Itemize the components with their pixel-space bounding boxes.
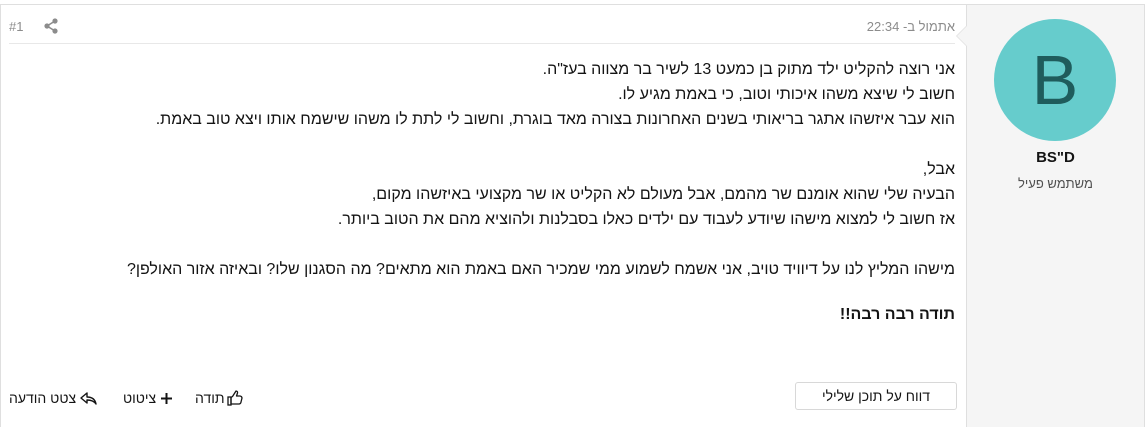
message-line: הוא עבר איזשהו אתגר בריאותי בשנים האחרונ…	[155, 111, 955, 128]
user-panel: B BS"D משתמש פעיל	[956, 5, 1144, 427]
share-icon[interactable]	[43, 18, 59, 34]
quote-label: ציטוט	[123, 390, 157, 406]
plus-icon	[161, 392, 173, 404]
like-button[interactable]: תודה	[195, 390, 243, 406]
post-number[interactable]: #1	[9, 19, 23, 34]
message-line: אבל,	[922, 161, 955, 178]
reply-label: צטט הודעה	[9, 390, 77, 406]
message-main: #1 אתמול ב- 22:34 אני רוצה להקליט ילד מת…	[1, 5, 967, 427]
message-thanks: תודה רבה רבה!!	[839, 306, 955, 323]
message-post: B BS"D משתמש פעיל #1 אתמול ב- 22:34 אני …	[0, 4, 1145, 427]
message-line: אז חשוב לי למצוא מישהו שיודע לעבוד עם יל…	[337, 211, 955, 228]
username[interactable]: BS"D	[967, 149, 1144, 166]
message-line: הבעיה שלי שהוא אומנם שר מהמם, אבל מעולם …	[371, 186, 955, 203]
avatar[interactable]: B	[994, 19, 1116, 141]
post-date[interactable]: אתמול ב- 22:34	[867, 19, 955, 34]
message-line: מישהו המליץ לנו על דיוויד טויב, אני אשמח…	[126, 261, 955, 278]
reply-button[interactable]: צטט הודעה	[9, 390, 97, 406]
user-title: משתמש פעיל	[1018, 176, 1093, 191]
message-attribution: #1 אתמול ב- 22:34	[9, 13, 955, 44]
quote-button[interactable]: ציטוט	[123, 390, 173, 406]
message-line: חשוב לי שיצא משהו איכותי וטוב, כי באמת מ…	[618, 86, 955, 103]
avatar-letter: B	[1031, 41, 1079, 119]
report-button[interactable]: דווח על תוכן שלילי	[795, 382, 957, 410]
message-line: אני רוצה להקליט ילד מתוק בן כמעט 13 לשיר…	[542, 61, 955, 78]
message-body: אני רוצה להקליט ילד מתוק בן כמעט 13 לשיר…	[31, 57, 955, 327]
thumbs-up-icon	[226, 390, 243, 406]
like-label: תודה	[195, 390, 225, 406]
reply-icon	[80, 391, 97, 405]
